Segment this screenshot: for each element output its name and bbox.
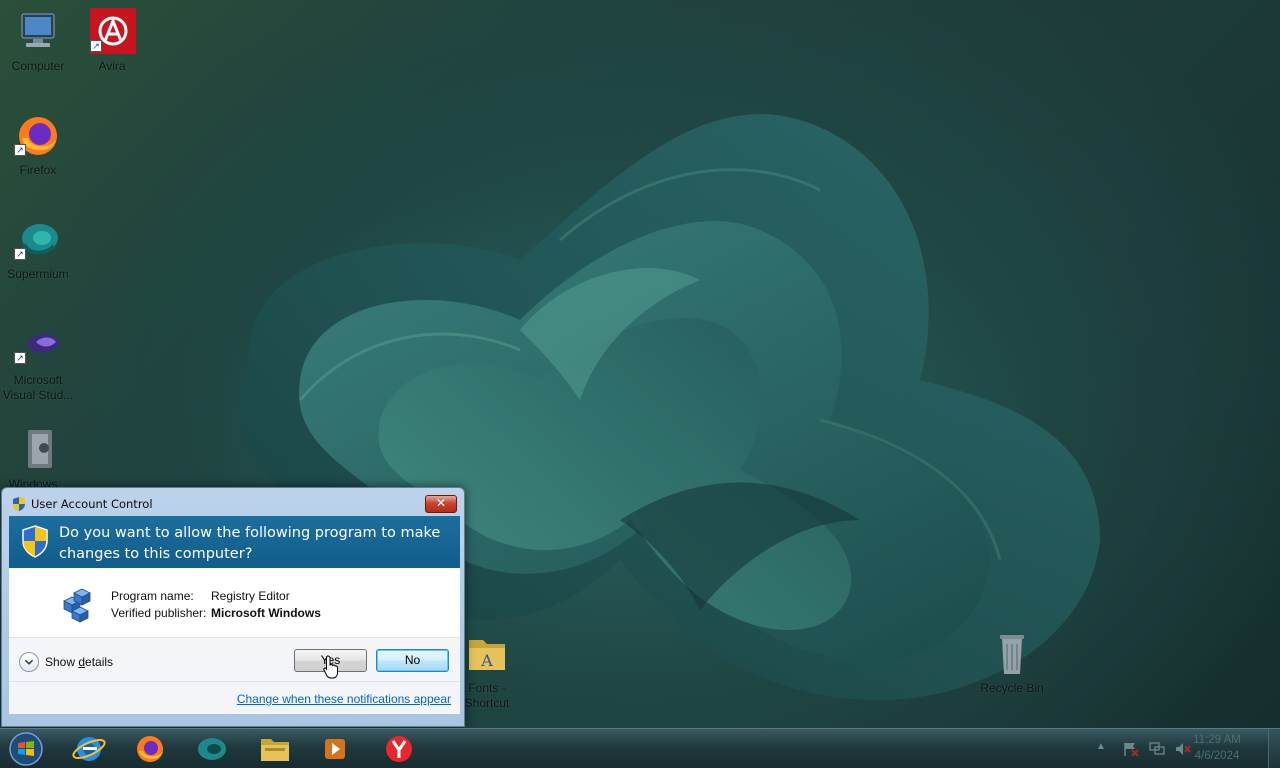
desktop-icon-recycle-bin[interactable]: Recycle Bin [974,630,1050,696]
supermium-icon [198,738,226,760]
show-details-text: etails [85,655,114,669]
network-icon[interactable] [1148,741,1166,757]
action-center-flag-icon[interactable] [1122,741,1140,757]
taskbar-firefox[interactable] [128,733,172,765]
desktop-icon-label: Supermium [7,267,69,281]
uac-body: Program name: Registry Editor Verified p… [9,568,460,714]
svg-text:A: A [480,651,493,670]
application-icon [28,430,52,468]
publisher-value: Microsoft Windows [211,606,321,620]
uac-titlebar[interactable]: User Account Control ✕ [2,488,464,516]
clock-date[interactable]: 4/6/2024 [1182,750,1252,762]
shortcut-arrow-icon: ↗ [14,352,26,364]
fonts-folder-icon: A [469,640,505,670]
taskbar-file-explorer[interactable] [253,733,297,765]
desktop-icon-visual-studio[interactable]: ↗ Microsoft Visual Stud... [0,322,76,403]
change-notifications-link[interactable]: Change when these notifications appear [237,692,451,706]
desktop-icon-label: Computer [11,59,65,73]
hand-cursor-icon [323,655,338,679]
desktop-icon-computer[interactable]: Computer [0,8,76,74]
show-details-toggle[interactable]: Show details [19,652,113,672]
close-icon: ✕ [435,496,447,510]
uac-title: User Account Control [31,497,153,511]
taskbar-supermium[interactable] [190,733,234,765]
show-hidden-icons-icon[interactable]: ▲ [1096,741,1114,757]
desktop-icon-supermium[interactable]: ↗ Supermium [0,216,76,282]
file-explorer-icon [261,739,289,761]
no-button[interactable]: No [376,649,449,672]
uac-dialog: User Account Control ✕ Do you want to al… [1,487,465,727]
shortcut-arrow-icon: ↗ [90,40,102,52]
media-player-icon [325,739,345,759]
uac-header: Do you want to allow the following progr… [9,516,460,568]
button-text: o [413,653,421,667]
taskbar: ▲ 11:29 AM 4/6/2024 [0,728,1280,768]
clock-time[interactable]: 11:29 AM [1182,734,1252,746]
show-details-label: Show details [45,655,113,669]
program-name-label: Program name: [111,589,194,603]
computer-icon [21,13,55,47]
taskbar-yandex[interactable] [377,733,421,765]
yandex-icon [386,736,412,762]
desktop-icon-label: Microsoft Visual Stud... [2,373,74,402]
system-tray: ▲ 11:29 AM 4/6/2024 [1090,729,1280,768]
firefox-icon [137,736,163,762]
desktop-icon-label: Fonts - Shortcut [464,681,510,710]
desktop-icon-label: Avira [98,59,126,73]
desktop-icon-firefox[interactable]: ↗ Firefox [0,112,76,178]
uac-footer: Show details Yes No Change when these no… [9,638,460,714]
show-desktop-button[interactable] [1268,729,1280,768]
uac-shield-icon [13,497,25,511]
recycle-bin-icon [1000,635,1024,674]
uac-question: Do you want to allow the following progr… [59,525,441,562]
uac-shield-icon [22,525,48,558]
taskbar-internet-explorer[interactable] [67,733,111,765]
desktop-icon-windows[interactable]: Windows... [0,426,76,492]
chevron-down-icon [19,652,39,672]
shortcut-arrow-icon: ↗ [14,144,26,156]
shortcut-arrow-icon: ↗ [14,248,26,260]
desktop-icon-label: Recycle Bin [980,681,1044,695]
divider [9,681,460,682]
show-details-text: Show [45,655,79,669]
internet-explorer-icon [72,737,106,761]
taskbar-media-player[interactable] [313,733,357,765]
program-name-value: Registry Editor [211,589,290,603]
desktop-icon-avira[interactable]: ↗ Avira [74,8,150,74]
close-button[interactable]: ✕ [425,495,457,513]
publisher-label: Verified publisher: [111,606,207,620]
desktop-icon-label: Firefox [19,163,57,177]
start-button[interactable] [6,730,46,768]
registry-editor-icon [63,588,91,623]
